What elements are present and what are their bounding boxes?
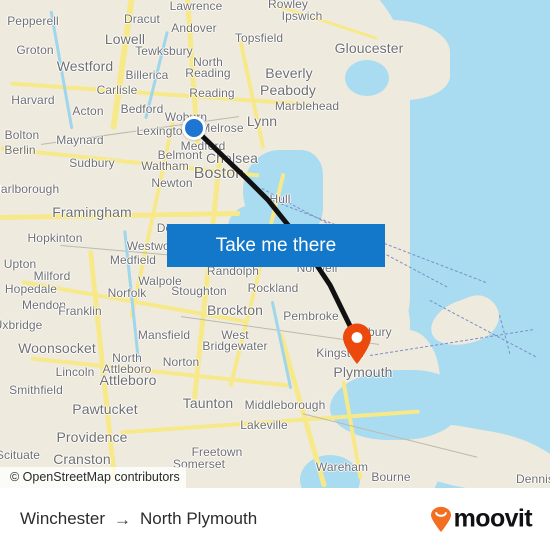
take-me-there-button[interactable]: Take me there <box>167 224 385 267</box>
route-summary: Winchester → North Plymouth <box>20 509 257 529</box>
moovit-logo[interactable]: moovit <box>430 504 533 534</box>
map-canvas[interactable]: Pepperell Dracut Lawrence Rowley Ipswich Grot… <box>0 0 550 488</box>
moovit-pin-icon <box>430 506 452 532</box>
destination-label: North Plymouth <box>140 509 258 528</box>
destination-pin[interactable] <box>342 323 372 365</box>
map-attribution[interactable]: © OpenStreetMap contributors <box>0 467 186 488</box>
moovit-wordmark: moovit <box>453 504 533 533</box>
origin-dot[interactable] <box>182 116 206 140</box>
water-merrimack-mouth <box>345 60 389 96</box>
arrow-right-icon: → <box>114 509 132 529</box>
origin-label: Winchester <box>20 509 106 528</box>
footer-bar: Winchester → North Plymouth moovit <box>0 488 550 550</box>
moovit-trip-map-screen: Pepperell Dracut Lawrence Rowley Ipswich Grot… <box>0 0 550 550</box>
